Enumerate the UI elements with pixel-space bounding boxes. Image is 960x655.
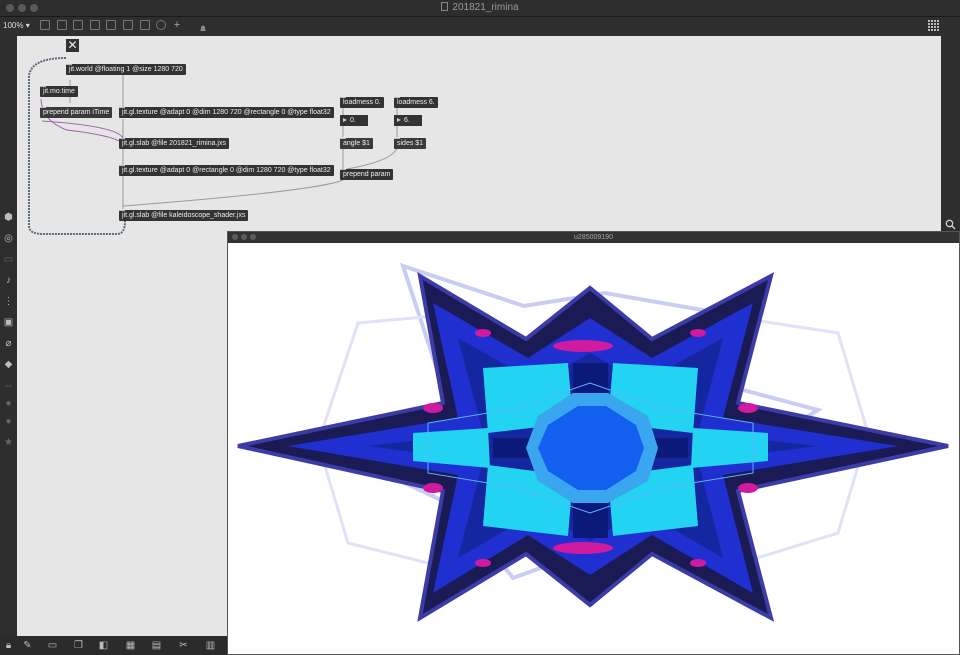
output-window-title-bar: u285009190 <box>228 232 959 243</box>
bell-icon[interactable] <box>198 20 208 31</box>
window-title-bar: 201821_rimina <box>0 0 960 17</box>
jit-gl-slab-object-1[interactable]: jit.gl.slab @file 201821_rimina.jxs <box>119 138 229 149</box>
left-sidebar: ⬢ ◎ ▭ ♪ ⋮ ▣ ⌀ ◆ ⇔ ● ● ★ <box>0 36 17 636</box>
camera-icon[interactable]: ▤ <box>151 640 162 651</box>
new-toggle-icon[interactable] <box>106 20 116 30</box>
close-icon: ✕ <box>67 38 78 52</box>
loadmess-angle-object[interactable]: loadmess 0. <box>340 97 384 108</box>
info-icon[interactable]: ● <box>3 398 14 409</box>
zoom-menu[interactable]: 100% ▾ <box>3 21 30 30</box>
angle-number-box[interactable]: 0. <box>340 115 368 126</box>
edit-icon[interactable]: ✎ <box>22 640 33 651</box>
prepend-itime-object[interactable]: prepend param iTime <box>40 107 113 118</box>
output-close-button[interactable] <box>232 234 238 240</box>
hand-icon[interactable]: ● <box>3 416 14 427</box>
new-dial-icon[interactable] <box>156 20 166 30</box>
new-comment-icon[interactable] <box>73 20 83 30</box>
presentation-icon[interactable]: ▭ <box>47 640 58 651</box>
paperclip-icon[interactable]: ⌀ <box>3 338 14 349</box>
windows-icon[interactable]: ❐ <box>73 640 84 651</box>
keyboard-icon[interactable]: ▥ <box>205 640 216 651</box>
slider-icon[interactable]: ▭ <box>3 254 14 265</box>
sides-message[interactable]: sides $1 <box>394 138 427 149</box>
new-number-icon[interactable] <box>123 20 133 30</box>
package-icon[interactable]: ⬢ <box>3 212 14 223</box>
new-slider-icon[interactable] <box>140 20 150 30</box>
target-icon[interactable]: ◎ <box>3 233 14 244</box>
sequence-icon[interactable]: ⋮ <box>3 296 14 307</box>
new-button-icon[interactable] <box>90 20 100 30</box>
jit-gl-slab-object-2[interactable]: jit.gl.slab @file kaleidoscope_shader.jx… <box>119 210 249 221</box>
plug-icon[interactable]: ◆ <box>3 359 14 370</box>
toggle-button[interactable]: ✕ <box>66 39 79 52</box>
jit-world-object[interactable]: jit.world @floating 1 @size 1280 720 <box>66 64 186 75</box>
audio-icon[interactable]: ◧ <box>98 640 109 651</box>
zoom-level: 100% <box>3 21 24 30</box>
sides-number-box[interactable]: 6. <box>394 115 422 126</box>
wrench-icon[interactable]: ✂ <box>178 640 189 651</box>
loadmess-sides-object[interactable]: loadmess 6. <box>394 97 438 108</box>
jit-mo-time-object[interactable]: jit.mo.time <box>40 86 78 97</box>
jit-world-output-window[interactable]: u285009190 <box>227 231 960 655</box>
output-zoom-button[interactable] <box>250 234 256 240</box>
add-icon[interactable]: + <box>172 20 182 31</box>
output-window-title: u285009190 <box>574 234 613 241</box>
window-title-text: 201821_rimina <box>452 2 519 13</box>
grid-toggle-icon[interactable]: ▦ <box>125 640 136 651</box>
jit-gl-texture-object-2[interactable]: jit.gl.texture @adapt 0 @rectangle 0 @di… <box>119 165 334 176</box>
prepend-param-object[interactable]: prepend param <box>340 169 394 180</box>
angle-message[interactable]: angle $1 <box>340 138 373 149</box>
lock-icon[interactable]: 🔒︎ <box>3 640 14 651</box>
output-minimize-button[interactable] <box>241 234 247 240</box>
image-icon[interactable]: ▣ <box>3 317 14 328</box>
chevron-down-icon: ▾ <box>25 21 30 30</box>
jit-gl-texture-object-1[interactable]: jit.gl.texture @adapt 0 @dim 1280 720 @r… <box>119 107 334 118</box>
star-icon[interactable]: ★ <box>3 437 14 448</box>
link-icon[interactable]: ⇔ <box>3 380 14 391</box>
patcher-toolbar: 100% ▾ + <box>0 17 960 36</box>
window-title: 201821_rimina <box>0 2 960 13</box>
document-icon <box>441 2 449 11</box>
music-note-icon[interactable]: ♪ <box>3 275 14 286</box>
new-message-icon[interactable] <box>57 20 67 30</box>
new-object-icon[interactable] <box>40 20 50 30</box>
search-icon[interactable] <box>945 219 956 230</box>
grid-menu-icon[interactable] <box>928 20 940 32</box>
kaleidoscope-render <box>228 243 959 654</box>
